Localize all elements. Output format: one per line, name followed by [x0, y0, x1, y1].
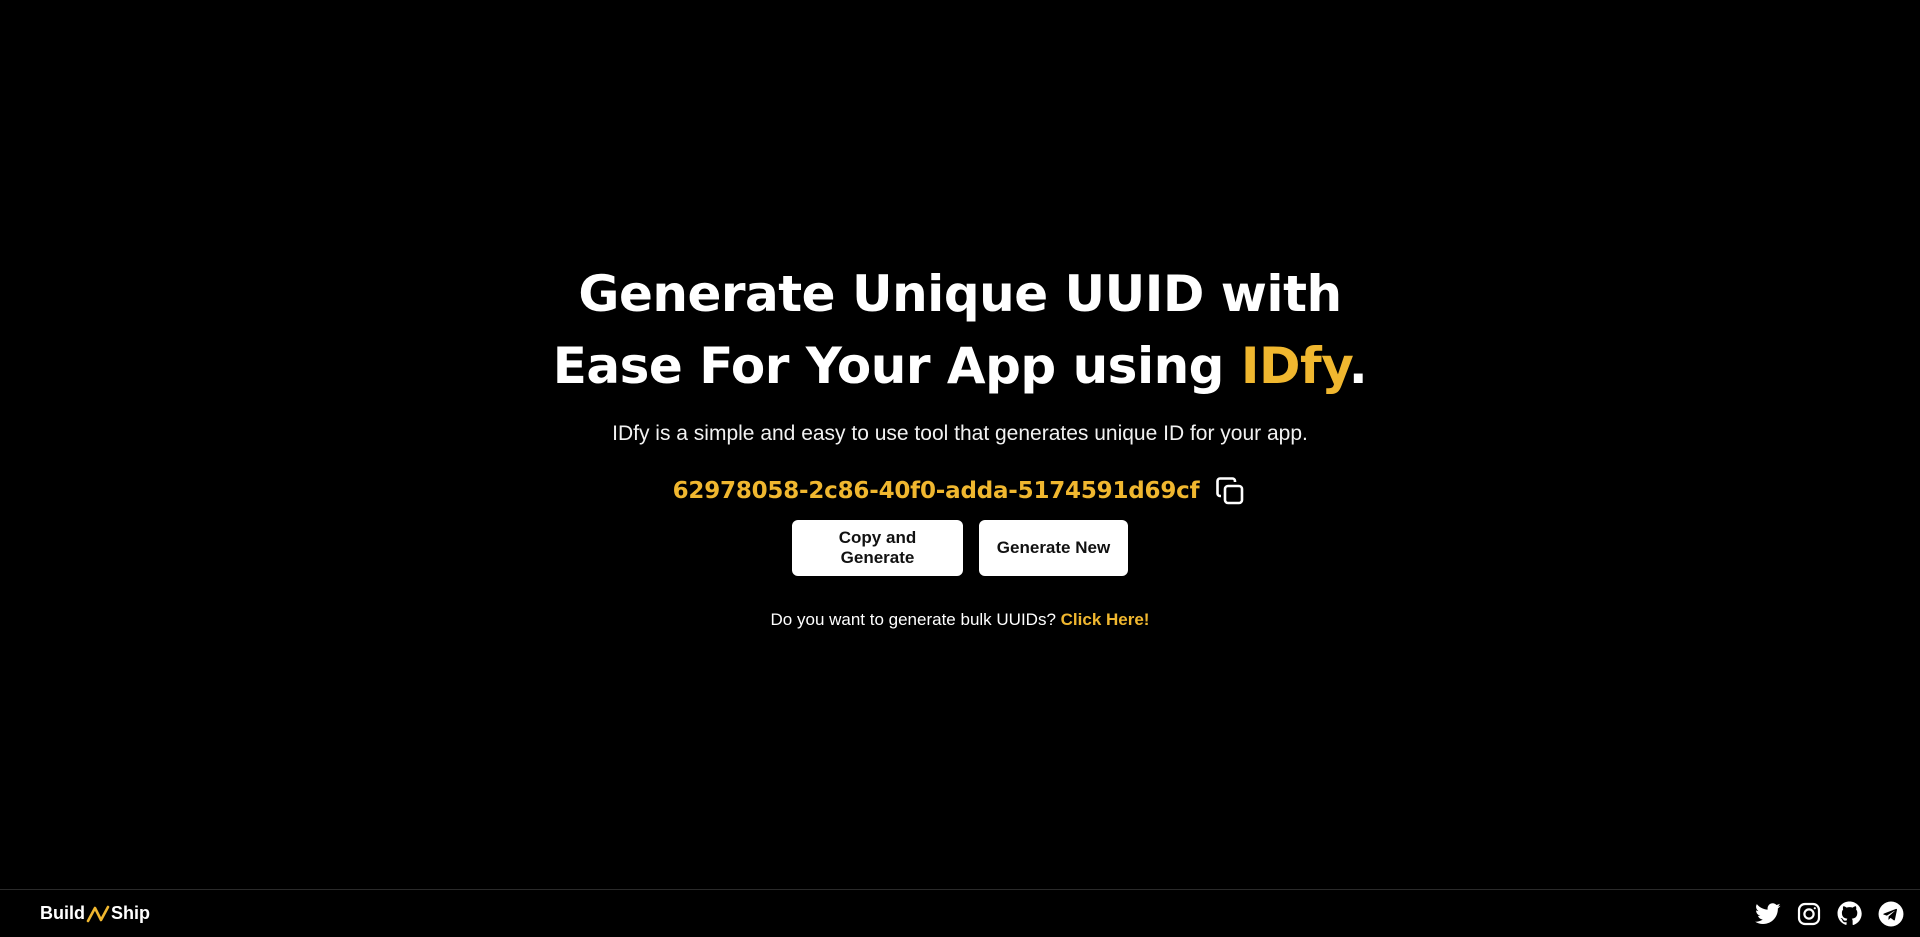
headline-brand-accent: IDfy: [1240, 337, 1349, 395]
bulk-uuid-prompt: Do you want to generate bulk UUIDs? Clic…: [771, 610, 1150, 630]
social-links: [1754, 900, 1904, 927]
page-subtitle: IDfy is a simple and easy to use tool th…: [612, 422, 1308, 445]
copy-icon[interactable]: [1213, 474, 1247, 508]
headline-line-2-text: Ease For Your App using: [552, 337, 1241, 395]
copy-and-generate-button[interactable]: Copy and Generate: [792, 520, 963, 576]
brand-n-mark-icon: [86, 905, 110, 922]
headline-period: .: [1348, 337, 1368, 395]
buildnship-logo[interactable]: Build Ship: [40, 903, 150, 924]
page: Generate Unique UUID with Ease For Your …: [0, 0, 1920, 937]
uuid-display: 62978058-2c86-40f0-adda-5174591d69cf: [673, 474, 1248, 508]
footer: Build Ship: [0, 889, 1920, 937]
instagram-icon[interactable]: [1795, 900, 1822, 927]
telegram-icon[interactable]: [1877, 900, 1904, 927]
page-title: Generate Unique UUID with Ease For Your …: [553, 258, 1368, 402]
bulk-prompt-text: Do you want to generate bulk UUIDs?: [770, 610, 1056, 629]
hero-section: Generate Unique UUID with Ease For Your …: [0, 258, 1920, 630]
bulk-click-here-link[interactable]: Click Here!: [1061, 610, 1150, 629]
headline-line-1: Generate Unique UUID with: [578, 265, 1342, 323]
action-buttons: Copy and Generate Generate New: [792, 520, 1128, 576]
twitter-icon[interactable]: [1754, 900, 1781, 927]
uuid-value[interactable]: 62978058-2c86-40f0-adda-5174591d69cf: [673, 478, 1200, 504]
brand-text-left: Build: [40, 903, 85, 923]
brand-text-right: Ship: [111, 903, 150, 923]
github-icon[interactable]: [1836, 900, 1863, 927]
generate-new-button[interactable]: Generate New: [979, 520, 1128, 576]
headline-line-2: Ease For Your App using IDfy.: [553, 330, 1368, 402]
